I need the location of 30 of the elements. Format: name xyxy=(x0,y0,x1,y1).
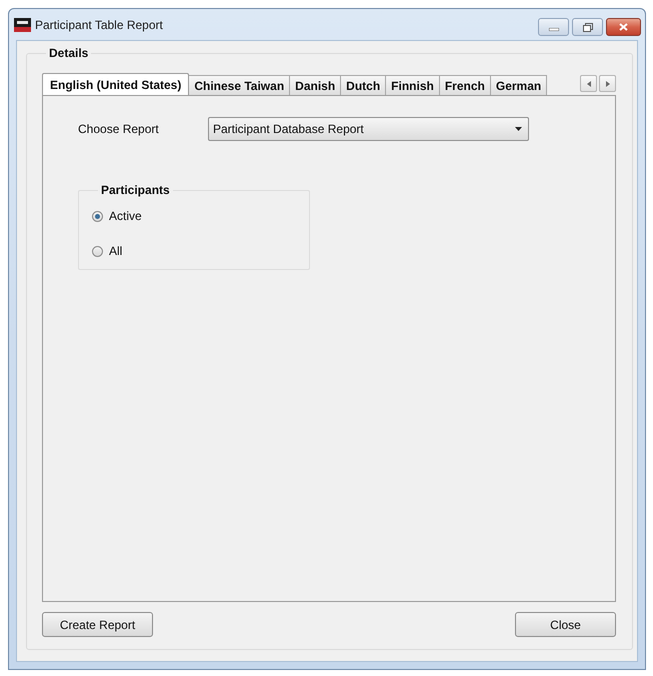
close-button[interactable]: Close xyxy=(515,612,616,637)
report-dropdown[interactable]: Participant Database Report xyxy=(208,117,529,141)
create-report-button[interactable]: Create Report xyxy=(42,612,153,637)
group-title: Details xyxy=(48,45,90,62)
minimize-button[interactable] xyxy=(538,18,569,36)
scroll-left-button[interactable] xyxy=(580,75,597,92)
close-window-button[interactable] xyxy=(606,18,641,36)
radio-button[interactable] xyxy=(92,246,103,256)
app-icon xyxy=(14,18,31,32)
language-tab[interactable]: German xyxy=(490,75,548,95)
field-label: Choose Report xyxy=(78,121,160,138)
scroll-right-button[interactable] xyxy=(599,75,616,92)
language-tab[interactable]: Dutch xyxy=(341,75,386,95)
window-title: Participant Table Report xyxy=(35,16,163,34)
group-title: Participants xyxy=(100,182,171,199)
maximize-button[interactable] xyxy=(572,18,603,36)
right-arrow-icon xyxy=(606,80,610,86)
language-tab[interactable]: Danish xyxy=(290,75,342,95)
language-tab[interactable]: Finnish xyxy=(386,75,440,95)
close-icon xyxy=(619,23,628,31)
language-tab[interactable]: French xyxy=(440,75,491,95)
left-arrow-icon xyxy=(586,80,590,86)
minimize-icon xyxy=(548,28,558,31)
radio-label: All xyxy=(109,243,122,260)
language-tab[interactable]: Chinese Taiwan xyxy=(189,75,290,95)
language-tab[interactable]: English (United States) xyxy=(42,73,190,95)
radio-button[interactable] xyxy=(92,210,103,222)
restore-icon xyxy=(582,22,592,32)
radio-label: Active xyxy=(109,208,142,225)
caret-icon xyxy=(515,127,522,131)
